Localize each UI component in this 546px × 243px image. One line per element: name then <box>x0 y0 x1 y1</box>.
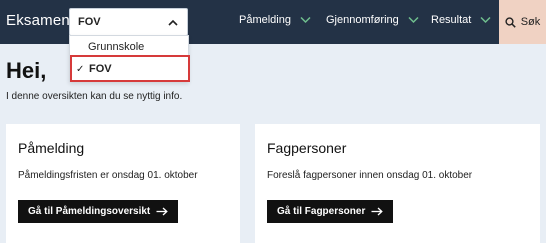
nav-resultat[interactable]: Resultat <box>431 14 491 26</box>
card-title: Fagpersoner <box>267 140 347 156</box>
nav-gjennomforing[interactable]: Gjennomføring <box>326 14 419 26</box>
nav-pamelding-label: Påmelding <box>239 14 291 26</box>
checkmark-icon: ✓ <box>76 64 85 75</box>
chevron-up-icon <box>168 19 178 26</box>
button-label: Gå til Fagpersoner <box>277 206 366 217</box>
search-icon <box>505 16 516 28</box>
brand-title[interactable]: Eksamen <box>6 12 70 29</box>
chevron-down-icon <box>408 16 419 24</box>
nav-gjennomforing-label: Gjennomføring <box>326 14 399 26</box>
card-text: Påmeldingsfristen er onsdag 01. oktober <box>18 170 198 181</box>
nav-pamelding[interactable]: Påmelding <box>239 14 311 26</box>
search-button[interactable]: Søk <box>499 0 546 44</box>
dropdown-option-grunnskole[interactable]: Grunnskole <box>88 41 208 53</box>
button-label: Gå til Påmeldingsoversikt <box>28 206 151 217</box>
card-text: Foreslå fagpersoner innen onsdag 01. okt… <box>267 170 473 181</box>
chevron-down-icon <box>480 16 491 24</box>
arrow-right-icon <box>156 207 169 216</box>
goto-pameldingsoversikt-button[interactable]: Gå til Påmeldingsoversikt <box>18 200 179 223</box>
card-pamelding: Påmelding Påmeldingsfristen er onsdag 01… <box>6 124 240 243</box>
school-type-dropdown-menu: Grunnskole ✓ FOV <box>69 35 190 82</box>
chevron-down-icon <box>300 16 311 24</box>
page-subtitle: I denne oversikten kan du se nyttig info… <box>6 91 183 102</box>
card-title: Påmelding <box>18 140 85 156</box>
arrow-right-icon <box>371 207 384 216</box>
nav-resultat-label: Resultat <box>431 14 472 26</box>
dropdown-option-label: FOV <box>89 63 112 75</box>
search-label: Søk <box>520 16 541 28</box>
select-value: FOV <box>78 16 101 28</box>
dropdown-option-fov[interactable]: ✓ FOV <box>70 55 190 82</box>
card-fagpersoner: Fagpersoner Foreslå fagpersoner innen on… <box>255 124 540 243</box>
page-title: Hei, <box>6 58 47 83</box>
school-type-select[interactable]: FOV <box>69 8 188 36</box>
goto-fagpersoner-button[interactable]: Gå til Fagpersoner <box>267 200 394 223</box>
